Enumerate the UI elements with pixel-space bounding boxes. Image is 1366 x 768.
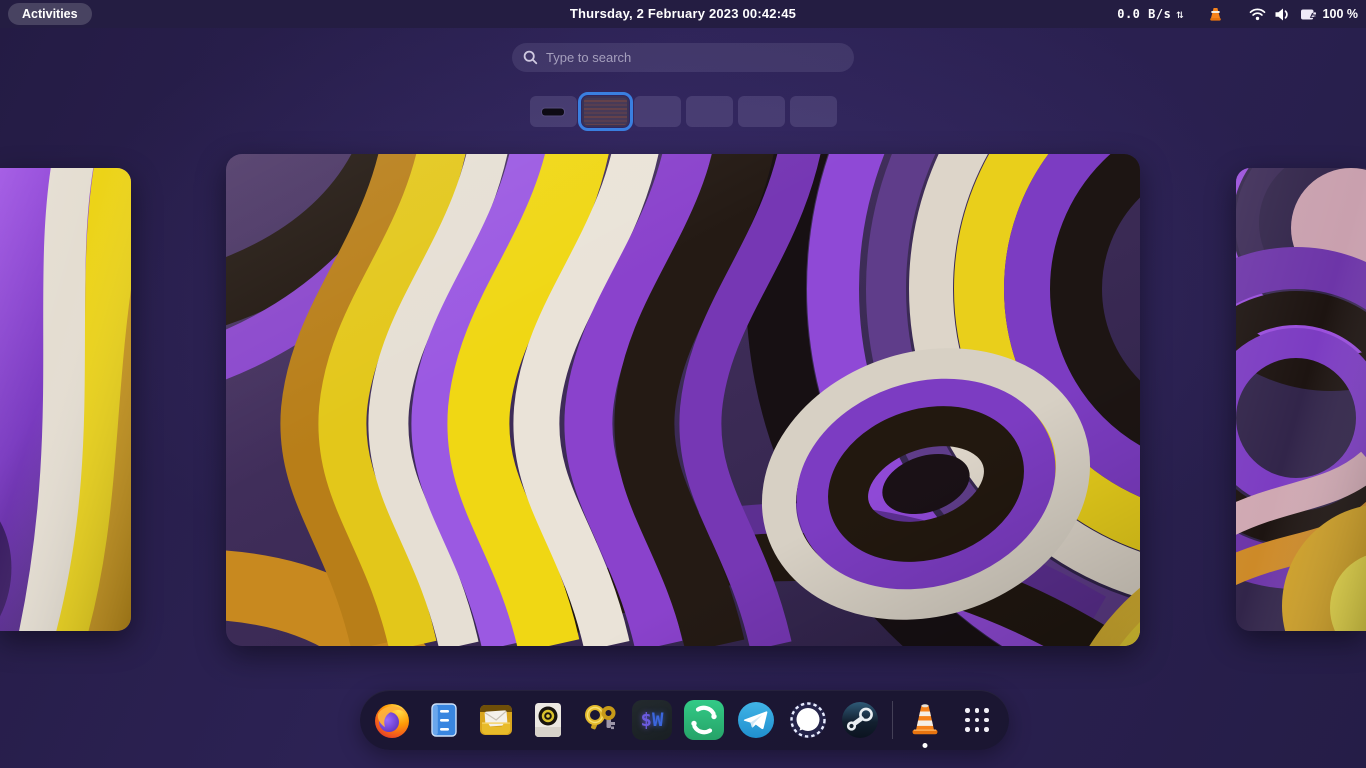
mini-wallpaper-preview: [583, 98, 627, 125]
battery-percent-label: 100 %: [1322, 7, 1358, 21]
dollar-w-terminal-dock-icon[interactable]: $ W: [632, 700, 672, 740]
workspace-preview-left[interactable]: [0, 168, 131, 631]
workspace-thumbnail-1[interactable]: [529, 96, 577, 127]
dollar-glyph: $: [640, 709, 652, 731]
keys-dock-icon[interactable]: [580, 700, 620, 740]
clock-date-time[interactable]: Thursday, 2 February 2023 00:42:45: [570, 0, 796, 28]
workspace-switcher: [0, 92, 1366, 131]
search-bar[interactable]: [512, 43, 854, 72]
telegram-dock-icon[interactable]: [736, 700, 776, 740]
signal-dock-icon[interactable]: [788, 700, 828, 740]
sync-dock-icon[interactable]: [684, 700, 724, 740]
wallpaper-right: [1236, 168, 1366, 631]
vlc-tray-icon[interactable]: [1208, 6, 1223, 23]
workspace-thumbnail-4[interactable]: [685, 96, 733, 127]
activities-button[interactable]: Activities: [8, 3, 92, 25]
files-dock-icon[interactable]: [424, 700, 464, 740]
network-arrows-icon: ⇅: [1176, 7, 1184, 21]
mini-window-preview: [542, 108, 564, 115]
search-input[interactable]: [546, 50, 843, 65]
workspace-preview-right[interactable]: [1236, 168, 1366, 631]
steam-dock-icon[interactable]: [840, 700, 880, 740]
network-speed-label: 0.0 B/s: [1117, 7, 1172, 21]
search-icon: [523, 50, 538, 65]
wallpaper-left: [0, 168, 131, 631]
vlc-dock-icon[interactable]: [905, 700, 945, 748]
dock-separator: [892, 701, 893, 739]
workspace-thumbnail-6[interactable]: [789, 96, 837, 127]
workspace-thumbnail-3[interactable]: [633, 96, 681, 127]
wallpaper-swirl: [226, 154, 1140, 646]
dock: $ W: [360, 690, 1009, 750]
running-indicator-dot: [922, 743, 928, 748]
volume-icon: [1274, 7, 1291, 22]
wifi-icon: [1249, 7, 1266, 21]
top-bar: Activities Thursday, 2 February 2023 00:…: [0, 0, 1366, 28]
system-tray[interactable]: 0.0 B/s ⇅ 100 %: [1117, 0, 1358, 28]
app-grid-button[interactable]: [957, 700, 997, 740]
music-speaker-dock-icon[interactable]: [528, 700, 568, 740]
w-glyph: W: [652, 709, 664, 731]
workspace-thumbnail-2-active[interactable]: [577, 92, 633, 131]
battery-charging-icon: [1300, 7, 1318, 22]
workspace-thumbnail-5[interactable]: [737, 96, 785, 127]
workspace-preview-active[interactable]: [226, 154, 1140, 646]
firefox-dock-icon[interactable]: [372, 700, 412, 740]
mail-dock-icon[interactable]: [476, 700, 516, 740]
app-grid-icon: [957, 700, 997, 740]
